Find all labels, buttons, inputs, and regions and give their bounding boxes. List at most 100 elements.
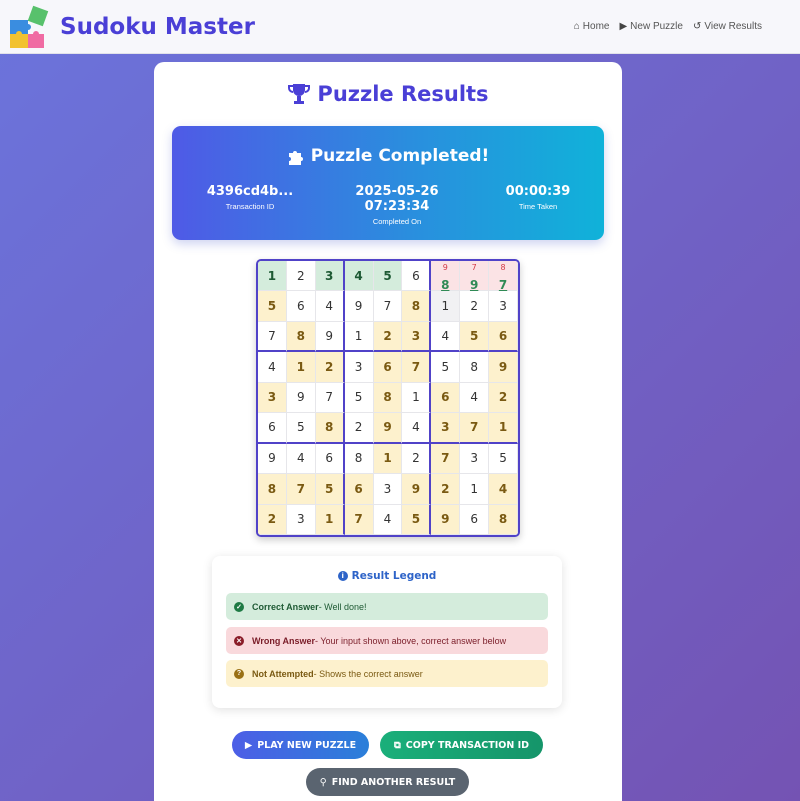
cell-value: 3 bbox=[267, 390, 277, 405]
cell-value: 8 bbox=[296, 329, 305, 344]
time-taken: 00:00:39 bbox=[505, 184, 571, 199]
copy-transaction-label: COPY TRANSACTION ID bbox=[405, 739, 530, 751]
cell-value: 6 bbox=[354, 481, 363, 496]
sudoku-cell: 4 bbox=[258, 352, 287, 383]
cell-value: 3 bbox=[325, 268, 334, 283]
copy-icon: ⧉ bbox=[393, 739, 401, 751]
cell-value: 2 bbox=[441, 481, 450, 496]
wrong-input-value: 8 bbox=[500, 263, 506, 272]
cell-value: 4 bbox=[470, 390, 478, 405]
cell-value: 5 bbox=[297, 420, 305, 435]
nav-view-results[interactable]: ↺ View Results bbox=[693, 21, 762, 32]
page-title: Puzzle Results bbox=[154, 82, 622, 106]
legend-title: i Result Legend bbox=[212, 570, 562, 582]
sudoku-cell: 6 bbox=[402, 261, 432, 292]
cell-value: 7 bbox=[469, 420, 479, 435]
cell-value: 2 bbox=[470, 299, 478, 314]
sudoku-cell: 4 bbox=[373, 504, 403, 535]
sudoku-cell: 4 bbox=[431, 321, 461, 353]
cell-value: 6 bbox=[470, 512, 478, 527]
sudoku-cell: 4 bbox=[460, 382, 490, 414]
cell-value: 9 bbox=[354, 299, 363, 314]
cell-value: 1 bbox=[498, 420, 508, 435]
legend-correct: ✓ Correct Answer- Well done! bbox=[226, 593, 548, 620]
puzzle-piece-icon bbox=[288, 151, 303, 165]
sudoku-cell: 3 bbox=[489, 291, 518, 322]
sudoku-cell: 1 bbox=[373, 443, 403, 475]
find-result-button[interactable]: ⚲ FIND ANOTHER RESULT bbox=[306, 768, 469, 796]
cell-value: 5 bbox=[267, 299, 277, 314]
nav-home[interactable]: ⌂ Home bbox=[574, 21, 610, 32]
navbar: Sudoku Master ⌂ Home ▶ New Puzzle ↺ View… bbox=[0, 0, 800, 54]
sudoku-cell: 3 bbox=[431, 413, 461, 444]
cell-value: 8 bbox=[267, 481, 277, 496]
play-icon: ▶ bbox=[619, 21, 628, 32]
sudoku-cell: 6 bbox=[258, 413, 287, 444]
results-card: Puzzle Results Puzzle Completed! 4396cd4… bbox=[154, 62, 622, 801]
sudoku-cell: 3 bbox=[460, 443, 490, 475]
cell-value: 4 bbox=[354, 268, 363, 283]
app-title: Sudoku Master bbox=[60, 13, 255, 40]
nav-links: ⌂ Home ▶ New Puzzle ↺ View Results bbox=[574, 21, 762, 32]
play-icon: ▶ bbox=[244, 739, 253, 751]
sudoku-cell: 1 bbox=[344, 321, 374, 353]
completed-label: Completed On bbox=[372, 217, 422, 226]
sudoku-cell: 6 bbox=[460, 504, 490, 535]
correct-answer-value: 9 bbox=[469, 278, 479, 292]
sudoku-cell: 8 bbox=[373, 382, 403, 414]
sudoku-cell: 4 bbox=[286, 443, 316, 475]
sudoku-cell: 5 bbox=[460, 321, 490, 353]
x-circle-icon: ✕ bbox=[234, 635, 244, 646]
cell-value: 6 bbox=[412, 268, 420, 283]
cell-value: 8 bbox=[354, 451, 363, 466]
correct-answer-value: 7 bbox=[498, 278, 508, 292]
cell-value: 7 bbox=[354, 512, 363, 527]
legend-not-attempted: ? Not Attempted- Shows the correct answe… bbox=[226, 660, 548, 687]
transaction-id: 4396cd4b... bbox=[206, 184, 294, 199]
copy-transaction-button[interactable]: ⧉ COPY TRANSACTION ID bbox=[380, 731, 543, 759]
cell-value: 6 bbox=[325, 451, 334, 466]
cell-value: 1 bbox=[470, 481, 478, 496]
cell-value: 5 bbox=[383, 268, 392, 283]
sudoku-cell: 8 bbox=[489, 504, 518, 535]
sudoku-cell: 3 bbox=[402, 321, 432, 353]
sudoku-cell: 3 bbox=[258, 382, 287, 414]
brand[interactable]: Sudoku Master bbox=[8, 4, 255, 50]
sudoku-cell: 9 bbox=[489, 352, 518, 383]
stat-transaction: 4396cd4b... Transaction ID bbox=[200, 184, 300, 211]
completion-banner: Puzzle Completed! 4396cd4b... Transactio… bbox=[172, 126, 604, 240]
nav-new-puzzle[interactable]: ▶ New Puzzle bbox=[619, 21, 683, 32]
cell-value: 2 bbox=[267, 512, 277, 527]
stat-time: 00:00:39 Time Taken bbox=[494, 184, 582, 211]
nav-new-puzzle-label: New Puzzle bbox=[630, 21, 683, 32]
sudoku-cell: 4 bbox=[489, 474, 518, 505]
cell-value: 3 bbox=[470, 451, 478, 466]
play-new-puzzle-button[interactable]: ▶ PLAY NEW PUZZLE bbox=[232, 731, 369, 759]
sudoku-cell: 3 bbox=[286, 504, 316, 535]
cell-value: 3 bbox=[411, 329, 421, 344]
cell-value: 5 bbox=[469, 329, 479, 344]
legend-na-text: Not Attempted- Shows the correct answer bbox=[252, 668, 423, 679]
legend-title-text: Result Legend bbox=[351, 570, 437, 582]
info-icon: i bbox=[337, 571, 348, 581]
sudoku-cell: 3 bbox=[315, 261, 345, 292]
sudoku-cell: 2 bbox=[373, 321, 403, 353]
sudoku-cell: 79 bbox=[460, 261, 490, 292]
sudoku-cell: 7 bbox=[258, 321, 287, 353]
sudoku-cell: 4 bbox=[344, 261, 374, 292]
puzzle-logo-icon bbox=[10, 5, 49, 48]
sudoku-cell: 2 bbox=[402, 443, 432, 475]
check-circle-icon: ✓ bbox=[234, 601, 244, 612]
cell-value: 4 bbox=[268, 360, 276, 375]
cell-value: 8 bbox=[325, 420, 334, 435]
cell-value: 2 bbox=[297, 268, 305, 283]
cell-value: 9 bbox=[411, 481, 421, 496]
cell-value: 8 bbox=[470, 360, 478, 375]
wrong-input-value: 9 bbox=[442, 263, 448, 272]
cell-value: 5 bbox=[325, 481, 334, 496]
cell-value: 5 bbox=[411, 512, 421, 527]
sudoku-cell: 4 bbox=[402, 413, 432, 444]
wrong-input-value: 7 bbox=[471, 263, 477, 272]
banner-title: Puzzle Completed! bbox=[172, 146, 604, 166]
cell-value: 3 bbox=[499, 299, 507, 314]
